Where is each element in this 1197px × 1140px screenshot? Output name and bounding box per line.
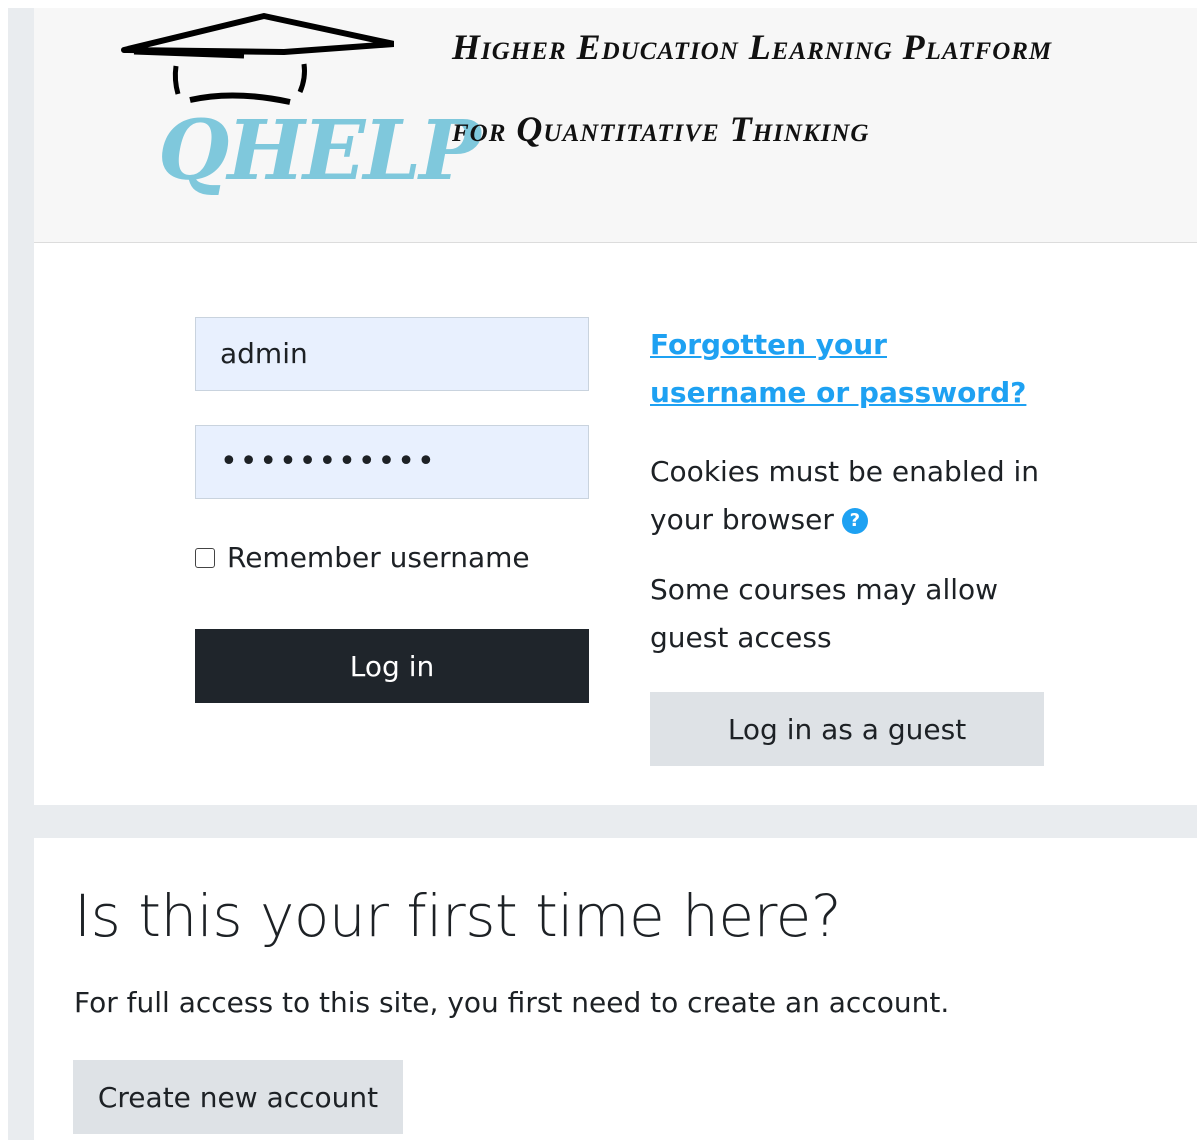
site-header: QHELP Higher Education Learning Platform… xyxy=(34,8,1197,243)
password-input[interactable]: ••••••••••• xyxy=(195,425,589,499)
login-button[interactable]: Log in xyxy=(195,629,589,703)
site-logo[interactable]: QHELP xyxy=(94,8,481,238)
logo-text: QHELP xyxy=(158,103,481,199)
username-input[interactable]: admin xyxy=(195,317,589,391)
signup-card: Is this your first time here? For full a… xyxy=(34,838,1197,1140)
login-card: admin ••••••••••• Remember username Log … xyxy=(34,243,1197,805)
create-account-button[interactable]: Create new account xyxy=(73,1060,403,1134)
left-strip xyxy=(0,0,8,1140)
cookies-notice: Cookies must be enabled in your browser? xyxy=(650,448,1060,544)
top-strip xyxy=(0,0,1197,8)
site-title-line-1: Higher Education Learning Platform xyxy=(452,27,1053,67)
forgot-password-link[interactable]: Forgotten your username or password? xyxy=(650,321,1050,417)
guest-login-button[interactable]: Log in as a guest xyxy=(650,692,1044,766)
remember-username[interactable]: Remember username xyxy=(195,541,530,574)
signup-text: For full access to this site, you first … xyxy=(74,986,950,1019)
remember-username-checkbox[interactable] xyxy=(195,547,215,568)
remember-username-label[interactable]: Remember username xyxy=(227,541,530,574)
site-title-line-2: for Quantitative Thinking xyxy=(452,109,870,149)
help-icon[interactable]: ? xyxy=(841,508,868,534)
signup-title: Is this your first time here? xyxy=(74,882,842,950)
graduation-cap-icon xyxy=(121,13,394,105)
guest-access-note: Some courses may allow guest access xyxy=(650,573,999,654)
